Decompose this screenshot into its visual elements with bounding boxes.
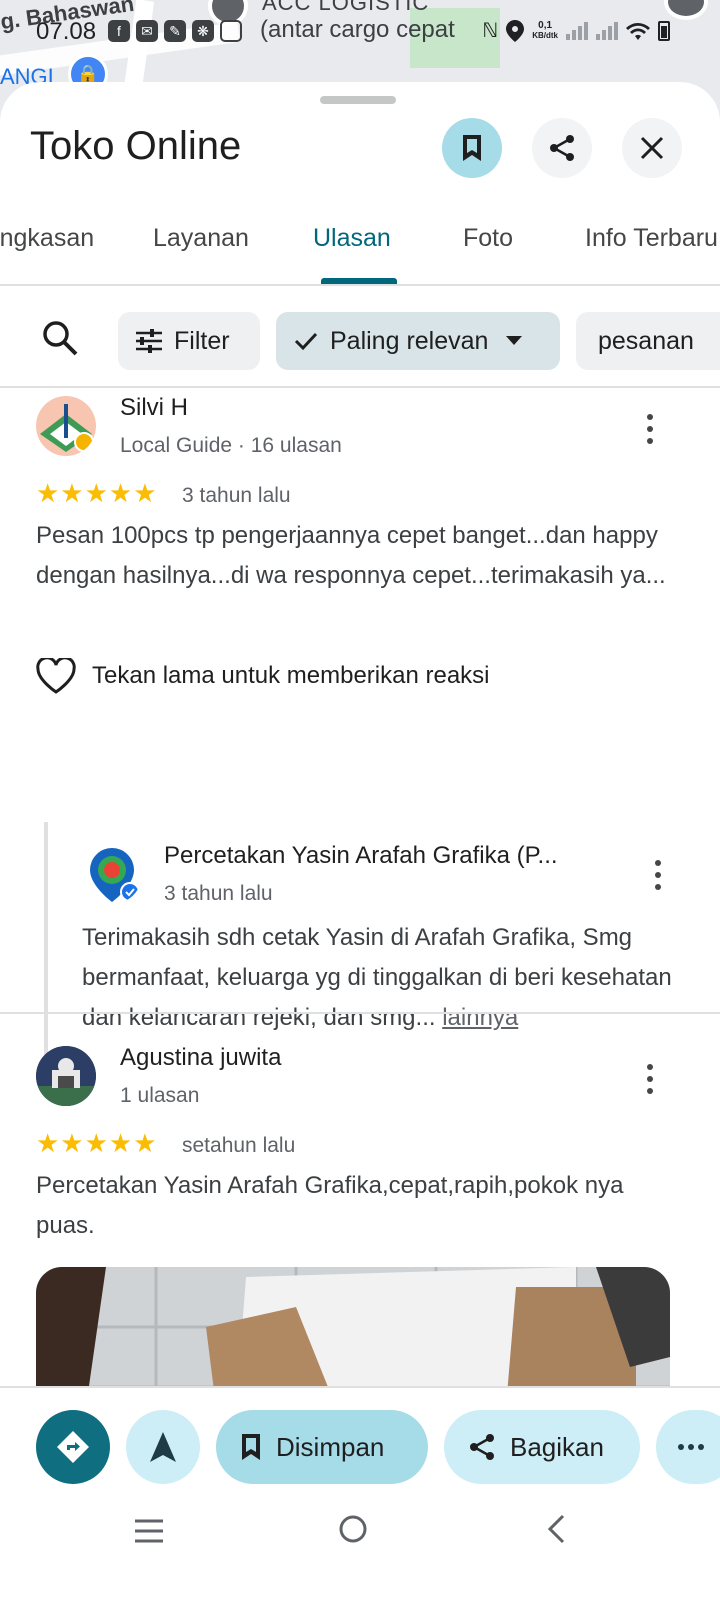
star-rating: ★★★★★ [36,478,158,508]
battery-icon [658,20,670,41]
home-icon[interactable] [338,1514,368,1544]
search-icon [43,321,78,356]
more-horizontal-icon [678,1444,704,1450]
reaction-button[interactable]: Tekan lama untuk memberikan reaksi [36,658,490,694]
check-icon [294,332,318,351]
owner-avatar[interactable] [82,844,142,904]
more-options-button[interactable] [644,1064,656,1094]
status-bar: 07.08 f ✉ ✎ ❋ (antar cargo cepat ℕ 0,1 K… [0,14,720,50]
tab-ringkasan[interactable]: Ringkasan [0,224,94,253]
saved-button[interactable] [442,118,502,178]
owner-name[interactable]: Percetakan Yasin Arafah Grafika (P... [164,842,558,870]
owner-more-options-button[interactable] [652,860,664,890]
dropdown-icon [506,336,523,345]
net-speed: 0,1 KB/dtk [532,19,558,41]
heart-icon [36,658,76,694]
navigate-button[interactable] [126,1410,200,1484]
status-time: 07.08 [36,18,97,45]
sort-chip[interactable]: Paling relevan [276,312,560,370]
recents-icon[interactable] [134,1518,164,1544]
review-time: setahun lalu [182,1134,296,1157]
tab-ulasan[interactable]: Ulasan [313,224,391,253]
net-speed-unit: KB/dtk [532,30,558,40]
drag-handle[interactable] [320,96,396,104]
share-action-label: Bagikan [510,1431,604,1462]
avatar[interactable] [36,1046,96,1106]
owner-reply-time: 3 tahun lalu [164,882,273,905]
review-text: Pesan 100pcs tp pengerjaannya cepet bang… [36,522,666,589]
owner-reply-body: Terimakasih sdh cetak Yasin di Arafah Gr… [82,924,672,1031]
more-options-button[interactable] [644,414,656,444]
keyword-chip-label: pesanan [598,326,694,355]
share-button[interactable] [532,118,592,178]
net-speed-value: 0,1 [538,19,553,31]
saved-action-label: Disimpan [276,1431,385,1462]
avatar-image [36,1046,96,1106]
close-button[interactable] [622,118,682,178]
action-bar: Disimpan Bagikan [0,1386,720,1506]
tune-icon [136,329,162,353]
filter-chip-label: Filter [174,326,230,355]
copy-icon [220,20,242,42]
signal-icon [566,21,588,40]
sort-chip-label: Paling relevan [330,326,489,355]
directions-icon [57,1431,89,1463]
place-title: Toko Online [30,124,242,168]
review-text: Percetakan Yasin Arafah Grafika,cepat,ra… [36,1172,624,1239]
note-icon: ✎ [164,20,186,42]
owner-reply-text: Terimakasih sdh cetak Yasin di Arafah Gr… [82,918,692,1038]
share-icon [470,1434,494,1460]
keyword-chip[interactable]: pesanan [576,312,720,370]
avatar[interactable] [36,396,96,456]
close-icon [640,136,664,160]
nfc-icon: ℕ [482,20,499,42]
review-divider [0,1012,720,1014]
reviewer-name[interactable]: Silvi H [120,394,188,422]
reviewer-meta: Local Guide · 16 ulasan [120,434,342,457]
location-icon [506,19,525,42]
status-right: ℕ 0,1 KB/dtk [482,18,670,43]
share-icon [550,135,574,161]
chatgpt-icon: ❋ [192,20,214,42]
wifi-icon [626,22,650,40]
share-action-button[interactable]: Bagikan [444,1410,640,1484]
tab-layanan[interactable]: Layanan [153,224,249,253]
review-filter-bar: Filter Paling relevan pesanan [0,288,720,388]
review-time: 3 tahun lalu [182,484,291,507]
owner-reply: Percetakan Yasin Arafah Grafika (P... 3 … [44,822,694,1066]
reviewer-name[interactable]: Agustina juwita [120,1044,281,1072]
bookmark-icon [463,135,481,161]
notification-icons: f ✉ ✎ ❋ [108,20,242,42]
directions-button[interactable] [36,1410,110,1484]
reviewer-meta: 1 ulasan [120,1084,200,1107]
star-rating: ★★★★★ [36,1128,158,1158]
back-icon[interactable] [546,1514,566,1544]
avatar-image [36,396,96,456]
mail-icon: ✉ [136,20,158,42]
active-tab-indicator [321,278,397,284]
search-reviews-button[interactable] [42,320,78,361]
bookmark-icon [242,1434,260,1460]
facebook-icon: f [108,20,130,42]
filter-chip[interactable]: Filter [118,312,260,370]
place-sheet: Toko Online Ringkasan Layanan Ulasan Fot… [0,82,720,1600]
saved-action-button[interactable]: Disimpan [216,1410,428,1484]
read-more-link[interactable]: lainnya [442,1004,518,1031]
signal-icon [596,21,618,40]
more-actions-button[interactable] [656,1410,720,1484]
map-overlay-text: (antar cargo cepat [260,16,455,43]
business-logo [90,848,140,902]
tab-info-terbaru[interactable]: Info Terbaru [585,224,718,253]
system-navigation-bar [0,1506,720,1600]
tab-foto[interactable]: Foto [463,224,513,253]
navigation-arrow-icon [150,1432,176,1462]
reaction-hint: Tekan lama untuk memberikan reaksi [92,662,490,689]
tab-bar: Ringkasan Layanan Ulasan Foto Info Terba… [0,202,720,286]
